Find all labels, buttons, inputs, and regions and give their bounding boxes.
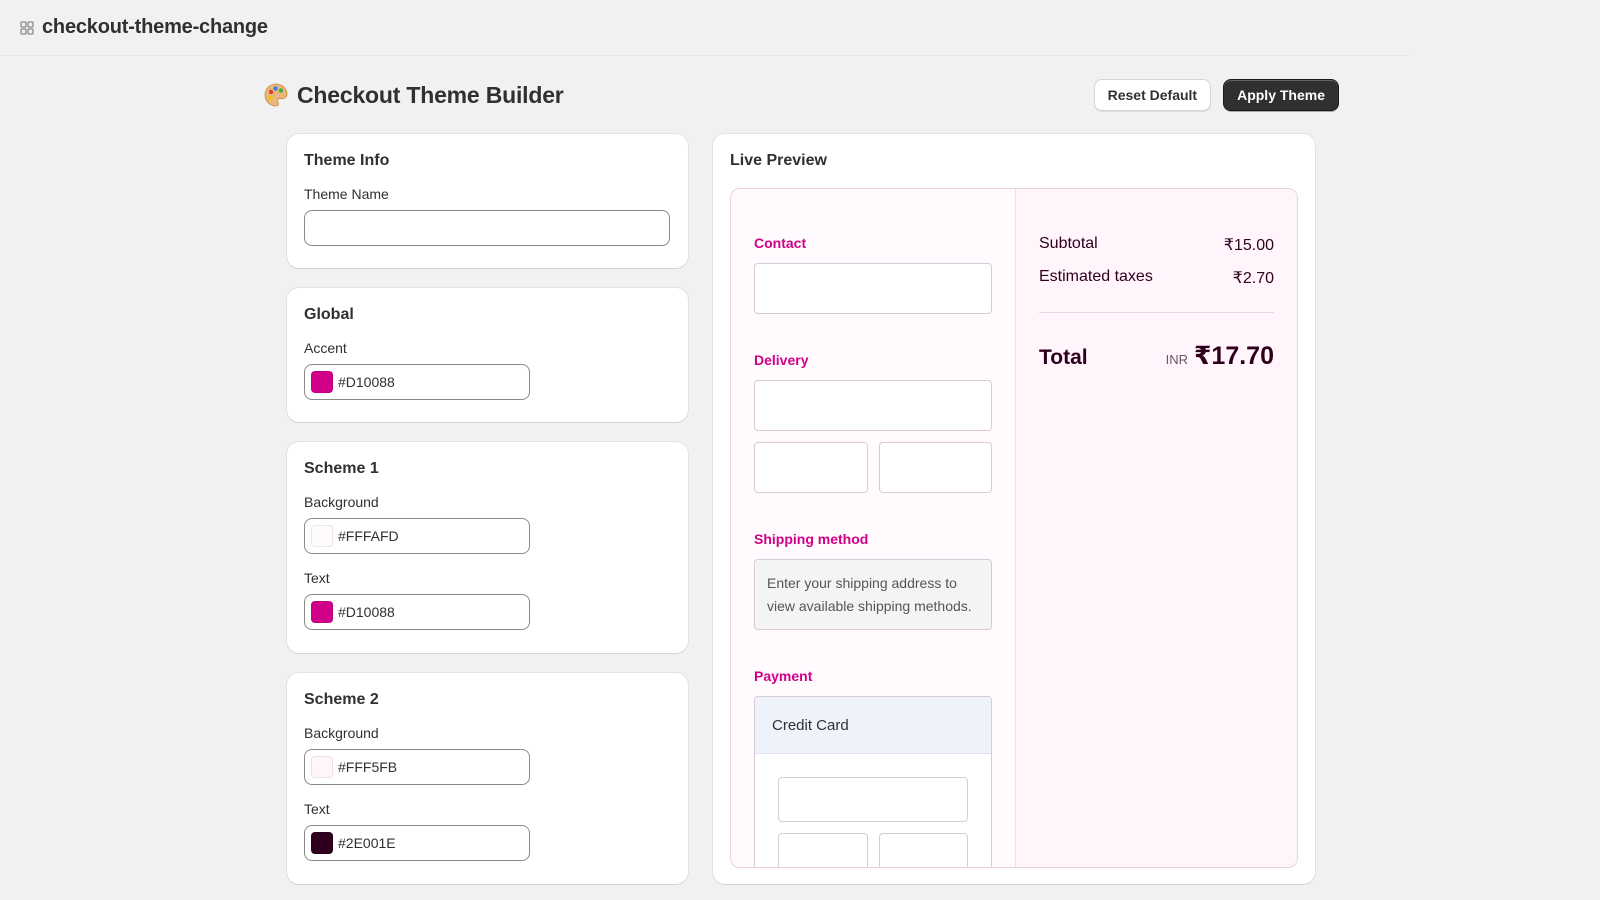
page-title: Checkout Theme Builder [263, 82, 564, 109]
scheme1-text-value: #D10088 [338, 604, 395, 620]
taxes-row: Estimated taxes ₹2.70 [1039, 268, 1274, 288]
delivery-postal-input[interactable] [878, 442, 992, 493]
delivery-heading: Delivery [754, 352, 809, 368]
checkout-preview: Contact Delivery Shipping method Enter y… [730, 188, 1298, 868]
subtotal-value: ₹15.00 [1223, 237, 1274, 254]
taxes-value: ₹2.70 [1232, 270, 1274, 287]
accent-value: #D10088 [338, 374, 395, 390]
scheme1-text-label: Text [304, 570, 330, 586]
total-value: ₹17.70 [1194, 342, 1274, 370]
live-preview-title: Live Preview [730, 152, 827, 169]
page-header: Checkout Theme Builder Reset Default App… [263, 78, 1339, 112]
page-title-text: Checkout Theme Builder [297, 81, 564, 108]
theme-name-input[interactable] [304, 210, 670, 246]
global-card: Global Accent #D10088 [287, 288, 688, 422]
scheme2-background-field[interactable]: #FFF5FB [304, 749, 530, 785]
scheme1-text-field[interactable]: #D10088 [304, 594, 530, 630]
scheme1-card: Scheme 1 Background #FFFAFD Text #D10088 [287, 442, 688, 653]
delivery-city-input[interactable] [754, 442, 868, 493]
summary-divider [1039, 312, 1274, 313]
payment-heading: Payment [754, 668, 813, 684]
scheme2-text-label: Text [304, 801, 330, 817]
scheme2-title: Scheme 2 [304, 691, 379, 708]
card-detail-row [778, 833, 968, 867]
scheme1-text-swatch[interactable] [311, 601, 333, 623]
credit-card-fields [755, 754, 991, 867]
payment-box: Credit Card [754, 696, 992, 867]
app-topbar: checkout-theme-change [0, 0, 1410, 56]
theme-info-title: Theme Info [304, 152, 390, 169]
card-number-input[interactable] [778, 777, 968, 822]
scheme2-background-label: Background [304, 725, 379, 741]
scheme1-background-field[interactable]: #FFFAFD [304, 518, 530, 554]
shipping-method-message: Enter your shipping address to view avai… [754, 559, 992, 630]
header-actions: Reset Default Apply Theme [1093, 79, 1339, 111]
scheme2-text-value: #2E001E [338, 835, 396, 851]
scheme2-text-field[interactable]: #2E001E [304, 825, 530, 861]
live-preview-card: Live Preview Contact Delivery Shipping m… [713, 134, 1315, 884]
theme-name-label: Theme Name [304, 186, 389, 202]
delivery-row [754, 442, 992, 493]
subtotal-label: Subtotal [1039, 235, 1098, 252]
contact-input[interactable] [754, 263, 992, 314]
app-title: checkout-theme-change [42, 16, 268, 38]
scheme1-background-value: #FFFAFD [338, 528, 399, 544]
theme-info-card: Theme Info Theme Name [287, 134, 688, 268]
delivery-address-input[interactable] [754, 380, 992, 431]
total-label: Total [1039, 346, 1088, 369]
taxes-label: Estimated taxes [1039, 268, 1153, 285]
scheme1-background-label: Background [304, 494, 379, 510]
total-currency: INR [1165, 352, 1189, 367]
reset-default-button[interactable]: Reset Default [1093, 79, 1212, 111]
apply-theme-button[interactable]: Apply Theme [1223, 79, 1339, 111]
credit-card-option[interactable]: Credit Card [755, 697, 991, 754]
total-amount-group: INR ₹17.70 [1166, 341, 1274, 371]
scheme1-title: Scheme 1 [304, 460, 379, 477]
app-grid-icon [20, 20, 34, 35]
contact-heading: Contact [754, 235, 807, 251]
subtotal-row: Subtotal ₹15.00 [1039, 235, 1274, 255]
accent-label: Accent [304, 340, 347, 356]
accent-color-field[interactable]: #D10088 [304, 364, 530, 400]
total-row: Total INR ₹17.70 [1039, 341, 1274, 371]
scheme1-background-swatch[interactable] [311, 525, 333, 547]
card-cvv-input[interactable] [878, 833, 968, 867]
palette-icon [263, 82, 289, 108]
global-title: Global [304, 306, 354, 323]
shipping-method-heading: Shipping method [754, 531, 869, 547]
scheme2-background-value: #FFF5FB [338, 759, 398, 775]
scheme2-text-swatch[interactable] [311, 832, 333, 854]
card-expiry-input[interactable] [778, 833, 868, 867]
scheme2-background-swatch[interactable] [311, 756, 333, 778]
scheme2-card: Scheme 2 Background #FFF5FB Text #2E001E [287, 673, 688, 884]
accent-swatch[interactable] [311, 371, 333, 393]
order-summary: Subtotal ₹15.00 Estimated taxes ₹2.70 To… [1016, 189, 1297, 867]
checkout-main-column: Contact Delivery Shipping method Enter y… [731, 189, 1016, 867]
